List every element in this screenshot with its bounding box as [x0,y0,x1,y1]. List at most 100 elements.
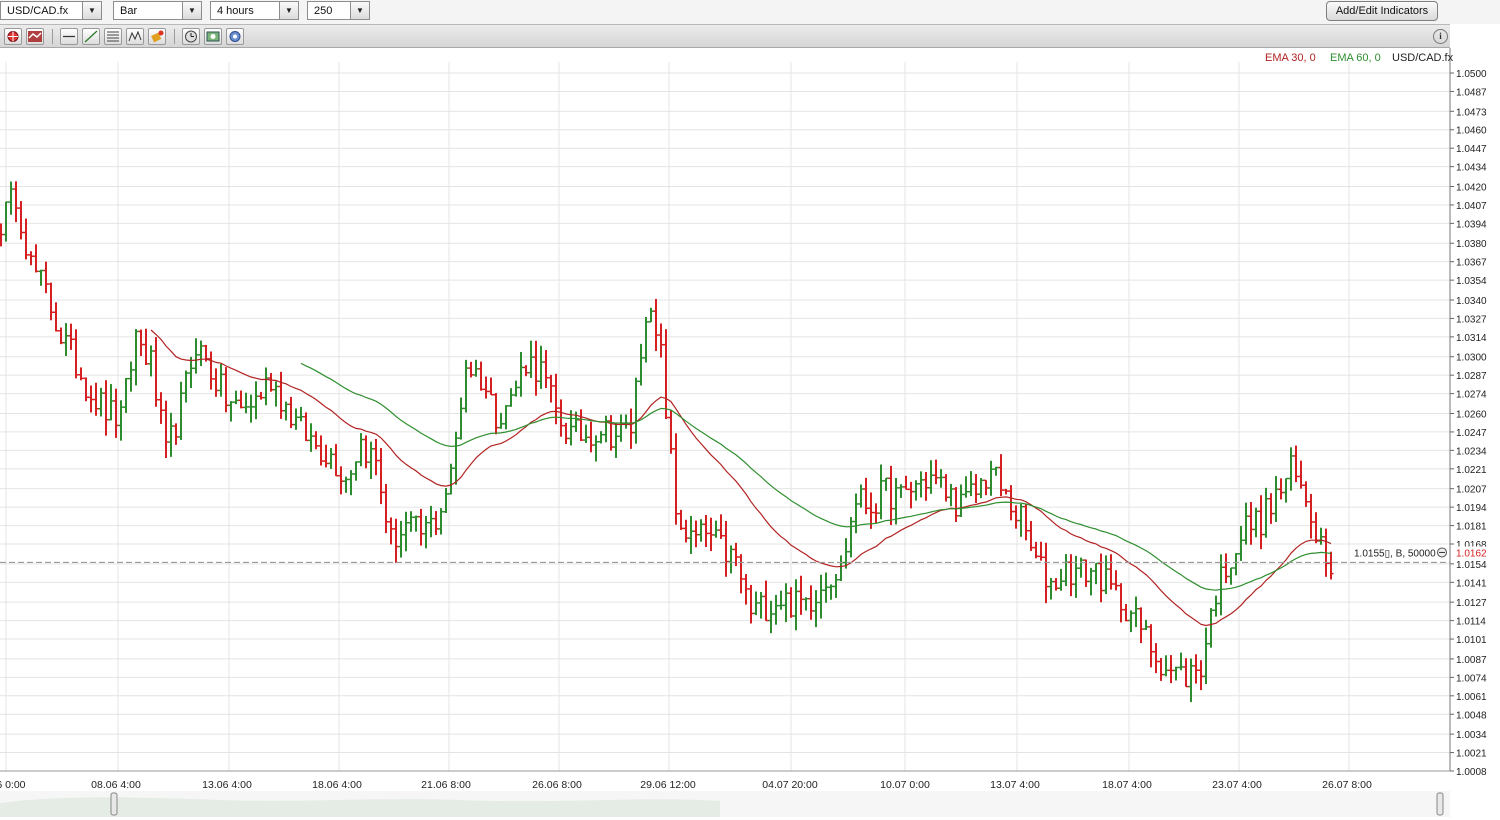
ohlc-bar [663,329,669,420]
chevron-down-icon[interactable]: ▼ [350,2,369,19]
ohlc-bar [198,340,204,367]
crosshair-icon[interactable] [4,28,22,45]
ohlc-bar [538,345,544,389]
clock-icon[interactable] [182,28,200,45]
toolbar-separator [52,29,53,44]
ohlc-bar [533,340,539,396]
chart-area-icon[interactable] [26,28,44,45]
ohlc-bar [1138,607,1144,644]
ohlc-bar [328,448,334,469]
ohlc-bar [543,350,549,389]
ohlc-bar [643,316,649,363]
ohlc-bar [48,282,54,321]
ohlc-bar [1023,504,1029,541]
ohlc-bar [378,447,384,505]
pattern-icon[interactable] [126,28,144,45]
chevron-down-icon[interactable]: ▼ [82,2,101,19]
navigator-right-handle[interactable] [1436,792,1444,816]
y-tick-label: 1.0274 [1456,390,1487,401]
ohlc-bar [258,391,264,400]
chevron-down-icon[interactable]: ▼ [279,2,298,19]
chart-type-select[interactable]: Bar ▼ [113,1,202,20]
y-tick-label: 1.0048 [1456,710,1487,721]
ohlc-bar [588,421,594,453]
add-edit-indicators-button[interactable]: Add/Edit Indicators [1326,1,1438,21]
ohlc-bar [1308,493,1314,539]
ohlc-bar [703,514,709,548]
ohlc-bar [473,359,479,377]
x-tick-label: 08.06 4:00 [91,779,141,791]
ohlc-bar [303,412,309,442]
ohlc-bar [243,392,249,414]
ohlc-bar [1048,577,1054,600]
ohlc-bar [723,520,729,577]
paint-icon[interactable] [148,28,166,45]
ohlc-bar [163,400,169,459]
x-tick-label: 18.07 4:00 [1102,779,1152,791]
ohlc-bar [1318,527,1324,545]
ohlc-bar [593,435,599,462]
navigator-left-handle[interactable] [110,792,118,816]
x-tick-label: 18.06 4:00 [312,779,362,791]
y-tick-label: 1.0327 [1456,314,1487,325]
ohlc-bar [1328,551,1334,580]
ohlc-bar [28,251,34,266]
ohlc-bar [418,508,424,546]
ohlc-bar [1123,604,1129,622]
ohlc-bar [1088,567,1094,596]
drawing-toolbar: i [0,24,1450,48]
ohlc-bar [38,269,44,286]
y-tick-label: 1.0194 [1456,503,1487,514]
ohlc-bar [453,431,459,485]
y-tick-label: 1.0473 [1456,107,1487,118]
y-tick-label: 1.0008 [1456,767,1487,778]
ohlc-bar [823,572,829,603]
ohlc-bar [743,574,749,605]
ohlc-bar [293,408,299,430]
horizontal-line-icon[interactable] [60,28,78,45]
y-tick-label: 1.0247 [1456,428,1487,439]
settings-icon[interactable] [226,28,244,45]
ohlc-bar [858,484,864,508]
ohlc-bar [43,261,49,294]
ohlc-bar [368,441,374,479]
ohlc-bar [1143,619,1149,630]
close-position-icon[interactable] [1437,547,1447,558]
ohlc-bar [3,201,9,242]
symbol-select[interactable]: USD/CAD.fx ▼ [0,1,102,20]
y-tick-label: 1.0260 [1456,409,1487,420]
ohlc-bar [1263,487,1269,538]
ohlc-bar [708,517,714,552]
ohlc-bar [523,365,529,377]
ohlc-bar [33,244,39,273]
ohlc-bar [618,414,624,442]
chart-navigator[interactable] [0,791,1450,817]
ohlc-bar [613,422,619,458]
ohlc-bar [508,388,514,407]
ohlc-bar [1078,557,1084,578]
snapshot-icon[interactable] [204,28,222,45]
x-tick-label: 06 0:00 [0,779,26,791]
ohlc-bar [188,356,194,388]
y-tick-label: 1.0034 [1456,730,1487,741]
ohlc-bar [718,514,724,539]
ohlc-bar [288,396,294,429]
y-tick-label: 1.0434 [1456,163,1487,174]
y-tick-label: 1.0154 [1456,560,1487,571]
info-icon[interactable]: i [1433,29,1448,44]
y-tick-label: 1.0460 [1456,126,1487,137]
timeframe-select[interactable]: 4 hours ▼ [210,1,299,20]
ohlc-bar [1258,495,1264,550]
current-price-label: 1.0162 [1456,549,1487,560]
trend-line-icon[interactable] [82,28,100,45]
fibonacci-icon[interactable] [104,28,122,45]
ohlc-bar [1043,542,1049,604]
bars-count-select[interactable]: 250 ▼ [307,1,370,20]
chevron-down-icon[interactable]: ▼ [182,2,201,19]
x-tick-label: 13.07 4:00 [990,779,1040,791]
x-tick-label: 26.06 8:00 [532,779,582,791]
ohlc-bar [428,505,434,538]
ohlc-bar [108,384,114,421]
ohlc-bar [528,340,534,378]
ohlc-bar [633,377,639,444]
